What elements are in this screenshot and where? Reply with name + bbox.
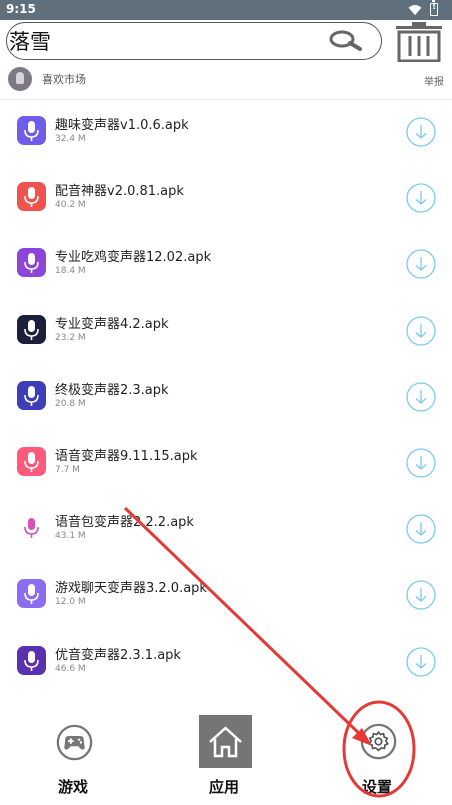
search-bar [6, 22, 382, 60]
bottom-tab-bar: 游戏 应用 设置 [0, 706, 452, 805]
file-name: 配音神器v2.0.81.apk [55, 184, 184, 200]
file-size: 18.4 M [55, 266, 86, 277]
download-circle-icon[interactable] [406, 117, 436, 147]
download-circle-icon[interactable] [406, 183, 436, 213]
tab-label-settings: 设置 [362, 778, 393, 796]
download-circle-icon[interactable] [406, 315, 436, 346]
uploader-row: 喜欢市场 举报 [0, 64, 452, 94]
chat-mic-app-icon [17, 579, 46, 609]
battery-alert-icon [430, 0, 438, 16]
microphone-app-icon [17, 513, 46, 543]
microphone-app-icon [17, 248, 46, 278]
list-item[interactable]: 趣味变声器v1.0.6.apk 32.4 M [0, 100, 452, 166]
file-name: 语音变声器9.11.15.apk [55, 448, 198, 464]
waveform-app-icon [17, 380, 46, 410]
file-name: 游戏聊天变声器3.2.0.apk [55, 581, 207, 597]
bear-app-icon [17, 446, 46, 476]
file-name: 趣味变声器v1.0.6.apk [55, 118, 189, 133]
status-time: 9:15 [6, 2, 36, 16]
file-size: 43.1 M [55, 531, 86, 542]
tab-apps[interactable]: 应用 [192, 706, 258, 805]
tab-games[interactable]: 游戏 [40, 706, 110, 805]
avatar[interactable] [8, 67, 32, 91]
list-item[interactable]: 专业变声器4.2.apk 23.2 M [0, 299, 452, 365]
list-item[interactable]: 游戏聊天变声器3.2.0.apk 12.0 M [0, 563, 452, 629]
status-bar: 9:15 [0, 0, 452, 20]
list-item[interactable]: 语音变声器9.11.15.apk 7.7 M [0, 431, 452, 497]
file-name: 语音包变声器2.2.2.apk [55, 515, 194, 531]
uploader-name[interactable]: 喜欢市场 [42, 71, 86, 87]
home-icon [199, 715, 252, 768]
search-input[interactable] [9, 27, 309, 55]
download-circle-icon[interactable] [406, 646, 436, 677]
file-name: 专业吃鸡变声器12.02.apk [55, 250, 212, 266]
list-item[interactable]: 专业吃鸡变声器12.02.apk 18.4 M [0, 232, 452, 298]
file-name: 专业变声器4.2.apk [55, 316, 169, 332]
wifi-icon [408, 5, 422, 16]
file-size: 20.8 M [55, 398, 86, 409]
list-item[interactable]: 配音神器v2.0.81.apk 40.2 M [0, 166, 452, 232]
download-circle-icon[interactable] [406, 514, 436, 544]
file-size: 40.2 M [55, 200, 86, 211]
file-size: 12.0 M [55, 597, 86, 608]
gear-icon [360, 723, 397, 760]
microphone-app-icon [17, 314, 46, 344]
trash-icon[interactable] [394, 20, 444, 62]
search-icon[interactable] [327, 29, 363, 53]
gamepad-icon [56, 724, 93, 761]
download-circle-icon[interactable] [406, 382, 436, 412]
list-item[interactable]: 优音变声器2.3.1.apk 46.6 M [0, 630, 452, 696]
download-circle-icon[interactable] [406, 580, 436, 610]
tab-label-games: 游戏 [58, 778, 89, 796]
report-link[interactable]: 举报 [424, 73, 444, 88]
tab-label-apps: 应用 [209, 778, 240, 796]
file-list: 趣味变声器v1.0.6.apk 32.4 M 配音神器v2.0.81.apk 40.2… [0, 100, 452, 696]
file-size: 32.4 M [55, 134, 86, 144]
tab-settings[interactable]: 设置 [345, 706, 415, 805]
list-item[interactable]: 语音包变声器2.2.2.apk 43.1 M [0, 497, 452, 563]
monster-app-icon [17, 645, 46, 675]
file-size: 7.7 M [55, 464, 80, 475]
microphone-app-icon [17, 116, 46, 145]
list-item[interactable]: 终极变声器2.3.apk 20.8 M [0, 365, 452, 431]
download-circle-icon[interactable] [406, 448, 436, 478]
download-circle-icon[interactable] [406, 249, 436, 280]
file-name: 优音变声器2.3.1.apk [55, 647, 181, 663]
dubbing-app-icon [17, 182, 46, 212]
file-name: 终极变声器2.3.apk [55, 382, 169, 398]
file-size: 46.6 M [55, 663, 86, 674]
file-size: 23.2 M [55, 332, 86, 343]
